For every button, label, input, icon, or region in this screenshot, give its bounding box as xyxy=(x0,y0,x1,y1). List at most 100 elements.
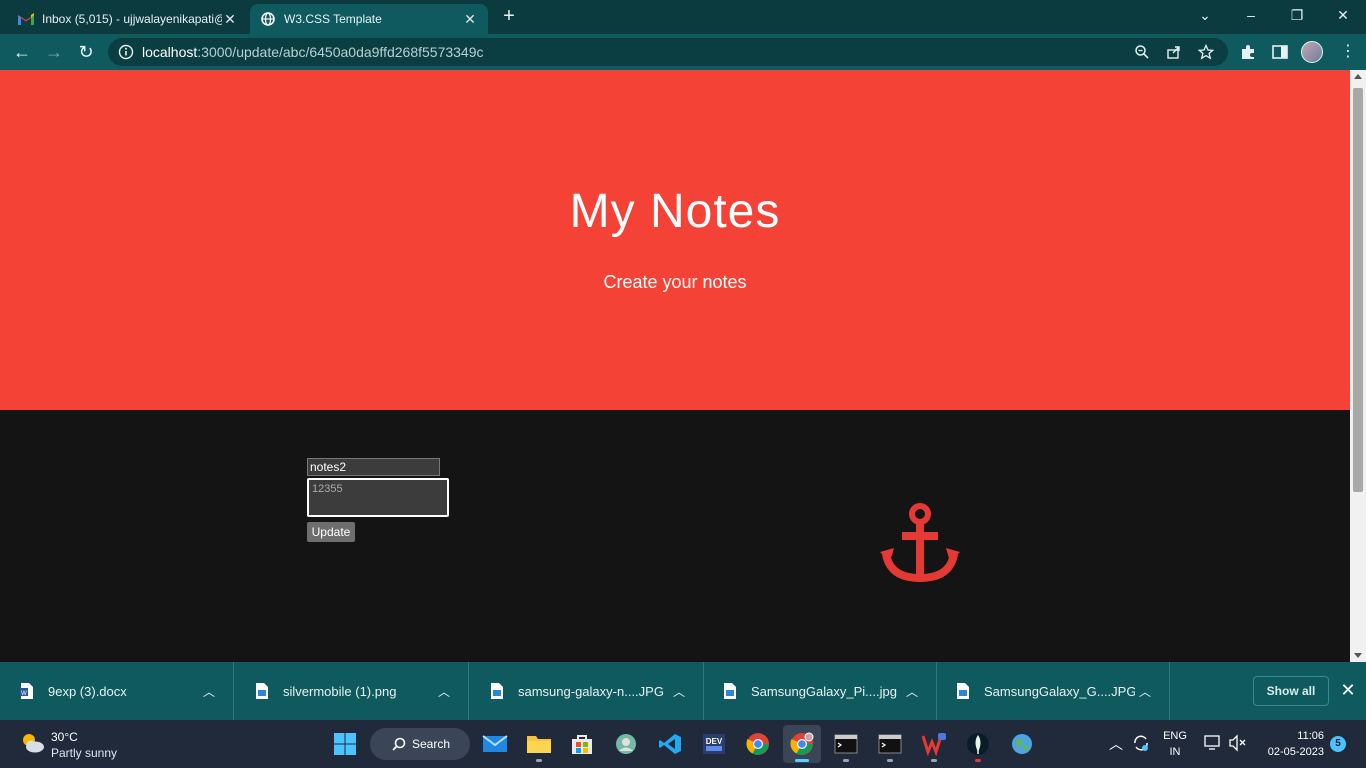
running-indicator xyxy=(795,759,809,762)
scrollbar-thumb[interactable] xyxy=(1353,88,1363,492)
running-indicator xyxy=(887,759,893,762)
reload-icon[interactable]: ↻ xyxy=(74,40,98,64)
download-item[interactable]: SamsungGalaxy_G....JPG ︿ xyxy=(936,662,1170,720)
page-subtitle: Create your notes xyxy=(603,272,747,292)
download-filename: 9exp (3).docx xyxy=(48,683,127,699)
update-button[interactable]: Update xyxy=(307,522,355,542)
taskbar-search[interactable]: Search xyxy=(370,728,470,760)
word-doc-icon: W xyxy=(20,683,34,699)
image-file-icon xyxy=(490,683,504,699)
download-item[interactable]: W 9exp (3).docx ︿ xyxy=(0,662,234,720)
url-path: :3000/update/abc/6450a0da9ffd268f5573349… xyxy=(197,44,484,60)
close-window-icon[interactable]: ✕ xyxy=(1320,4,1366,28)
weather-temperature[interactable]: 30°C xyxy=(51,730,78,744)
back-arrow-icon[interactable]: ← xyxy=(10,40,34,64)
browser-tab-bar: Inbox (5,015) - ujjwalayenikapati@ ✕ W3.… xyxy=(0,0,1366,34)
globe-icon xyxy=(260,11,276,27)
tab-title: Inbox (5,015) - ujjwalayenikapati@ xyxy=(42,12,222,26)
download-filename: SamsungGalaxy_Pi....jpg xyxy=(751,683,897,699)
volume-muted-icon[interactable] xyxy=(1228,734,1248,752)
restore-icon[interactable]: ❐ xyxy=(1274,4,1320,28)
chevron-up-icon[interactable]: ︿ xyxy=(1135,683,1155,700)
image-file-icon xyxy=(255,683,269,699)
start-windows-icon[interactable] xyxy=(326,725,364,763)
new-tab-button[interactable]: + xyxy=(498,6,520,28)
mongodb-compass-icon[interactable] xyxy=(959,725,997,763)
language-indicator-line1[interactable]: ENG xyxy=(1160,730,1190,742)
mail-app-icon[interactable] xyxy=(476,725,514,763)
zoom-icon[interactable] xyxy=(1134,44,1152,62)
clock-date[interactable]: 02-05-2023 xyxy=(1254,746,1324,758)
teams-chat-icon[interactable] xyxy=(607,725,645,763)
scroll-down-arrow-icon[interactable] xyxy=(1354,653,1362,658)
browser-toolbar: ← → ↻ localhost:3000/update/abc/6450a0da… xyxy=(0,34,1366,70)
chevron-up-icon[interactable]: ︿ xyxy=(669,683,689,700)
network-monitor-icon[interactable] xyxy=(1203,734,1223,752)
url-text: localhost:3000/update/abc/6450a0da9ffd26… xyxy=(142,44,484,60)
terminal-icon[interactable] xyxy=(871,725,909,763)
chrome-icon[interactable] xyxy=(739,725,777,763)
tab-close-icon[interactable]: ✕ xyxy=(222,11,238,28)
download-shelf: W 9exp (3).docx ︿ silvermobile (1).png ︿… xyxy=(0,662,1366,720)
share-icon[interactable] xyxy=(1166,44,1184,62)
clock-time[interactable]: 11:06 xyxy=(1258,730,1324,742)
download-filename: SamsungGalaxy_G....JPG xyxy=(984,683,1135,699)
tab-title: W3.CSS Template xyxy=(284,12,382,26)
tab-close-icon[interactable]: ✕ xyxy=(462,11,478,28)
page-title: My Notes xyxy=(569,185,781,238)
tab-w3css-template[interactable]: W3.CSS Template ✕ xyxy=(250,4,488,34)
chrome-profile-active-icon[interactable] xyxy=(783,725,821,763)
running-indicator xyxy=(536,759,542,762)
svg-text:DEV: DEV xyxy=(706,737,723,746)
bookmark-star-icon[interactable] xyxy=(1197,43,1216,62)
note-body-textarea[interactable]: 12355 xyxy=(307,478,449,517)
scroll-up-arrow-icon[interactable] xyxy=(1354,74,1362,79)
weather-description[interactable]: Partly sunny xyxy=(51,746,117,760)
menu-kebab-icon[interactable]: ⋮ xyxy=(1340,42,1356,62)
page-scrollbar[interactable] xyxy=(1350,70,1366,662)
download-item[interactable]: silvermobile (1).png ︿ xyxy=(235,662,469,720)
gmail-icon xyxy=(18,11,34,27)
vscode-icon[interactable] xyxy=(651,725,689,763)
svg-text:W: W xyxy=(21,691,27,697)
tab-gmail-inbox[interactable]: Inbox (5,015) - ujjwalayenikapati@ ✕ xyxy=(8,4,248,34)
search-label: Search xyxy=(412,737,451,751)
wps-office-icon[interactable] xyxy=(915,725,953,763)
image-file-icon xyxy=(723,683,737,699)
chevron-up-icon[interactable]: ︿ xyxy=(434,683,454,700)
url-host: localhost xyxy=(142,44,198,60)
download-filename: samsung-galaxy-n....JPG xyxy=(518,683,664,699)
address-bar[interactable]: localhost:3000/update/abc/6450a0da9ffd26… xyxy=(108,38,1228,66)
download-item[interactable]: samsung-galaxy-n....JPG ︿ xyxy=(470,662,704,720)
download-item[interactable]: SamsungGalaxy_Pi....jpg ︿ xyxy=(703,662,937,720)
web-page: My Notes Create your notes notes2 12355 … xyxy=(0,70,1350,662)
notification-badge[interactable]: 5 xyxy=(1330,736,1346,752)
minimize-icon[interactable]: – xyxy=(1228,4,1274,28)
note-title-input[interactable]: notes2 xyxy=(307,458,440,476)
sync-icon[interactable] xyxy=(1131,733,1151,753)
tray-overflow-chevron-icon[interactable]: ︿ xyxy=(1108,734,1124,754)
dev-home-icon[interactable]: DEV xyxy=(695,725,733,763)
chevron-up-icon[interactable]: ︿ xyxy=(902,683,922,700)
chevron-up-icon[interactable]: ︿ xyxy=(199,683,219,700)
forward-arrow-icon[interactable]: → xyxy=(42,40,66,64)
partly-sunny-icon[interactable] xyxy=(18,729,46,757)
site-info-icon[interactable] xyxy=(118,44,134,60)
image-file-icon xyxy=(956,683,970,699)
microsoft-store-icon[interactable] xyxy=(563,725,601,763)
close-download-shelf-icon[interactable]: ✕ xyxy=(1339,680,1357,700)
profile-avatar[interactable] xyxy=(1301,41,1323,63)
show-all-downloads-button[interactable]: Show all xyxy=(1253,676,1329,706)
search-icon xyxy=(392,737,406,751)
file-explorer-icon[interactable] xyxy=(520,725,558,763)
tab-search-chevron-icon[interactable]: ⌄ xyxy=(1182,4,1228,28)
language-indicator-line2[interactable]: IN xyxy=(1160,746,1190,758)
globe-app-icon[interactable] xyxy=(1003,725,1041,763)
terminal-icon[interactable] xyxy=(827,725,865,763)
extensions-puzzle-icon[interactable] xyxy=(1239,43,1257,61)
running-indicator xyxy=(975,759,981,762)
content-section: notes2 12355 Update xyxy=(0,410,1350,662)
side-panel-icon[interactable] xyxy=(1271,43,1289,61)
running-indicator xyxy=(931,759,937,762)
anchor-icon xyxy=(880,503,960,583)
